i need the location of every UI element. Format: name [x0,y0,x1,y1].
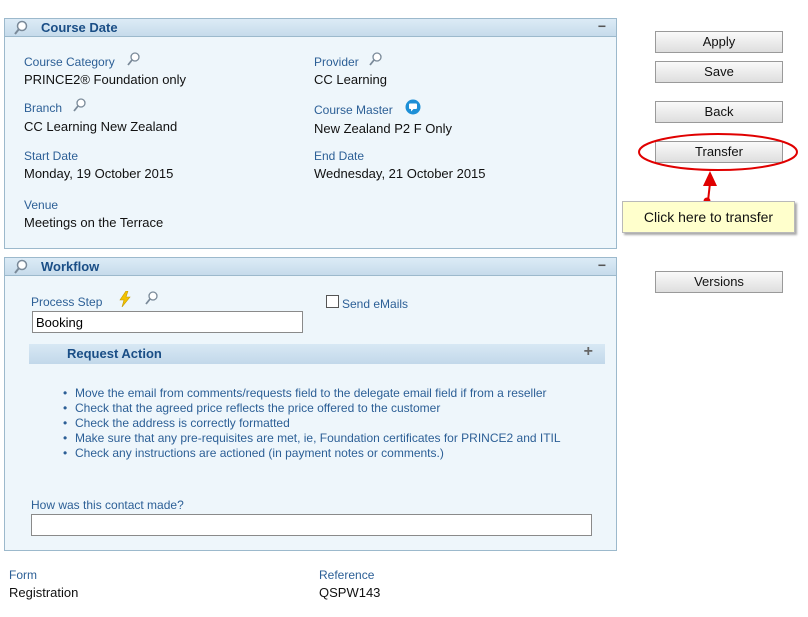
annotation-overlay [638,133,798,205]
transfer-callout: Click here to transfer [622,201,795,233]
callout-arrowhead [703,171,717,186]
highlight-ellipse [638,133,798,171]
